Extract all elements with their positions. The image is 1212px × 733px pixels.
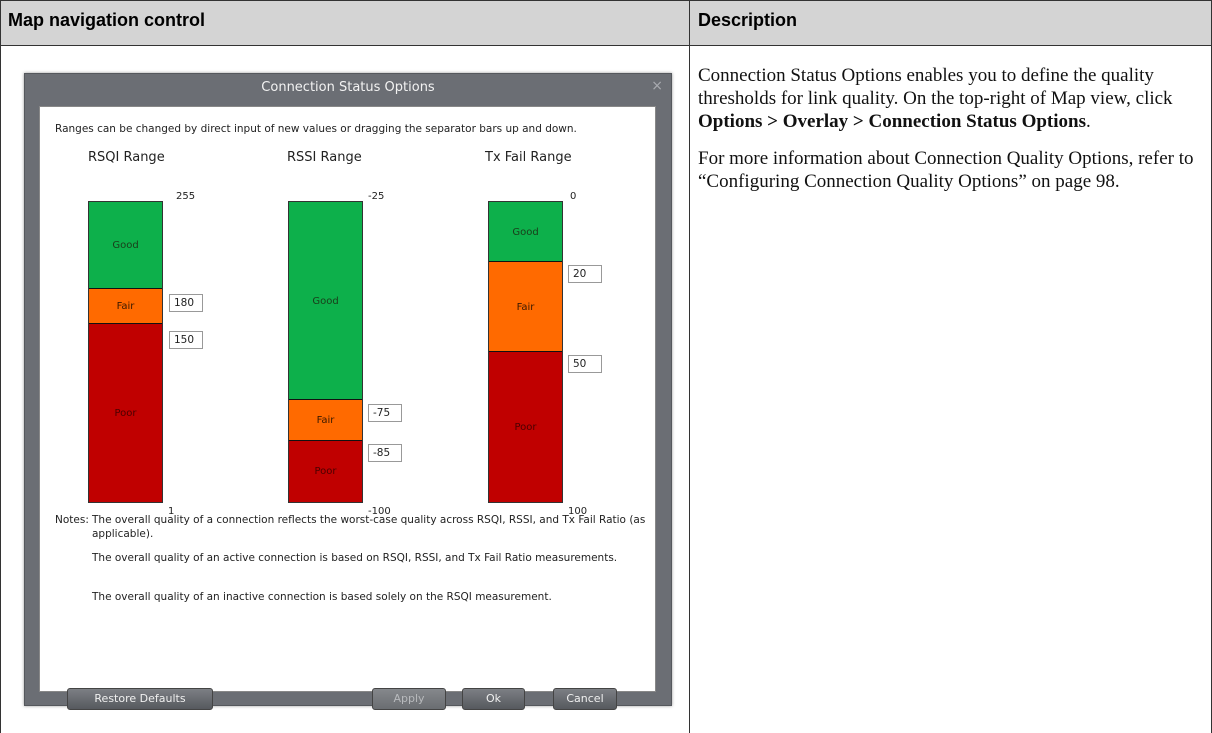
rsqi-fair-threshold-input[interactable] — [169, 294, 203, 312]
rssi-range-bar: Good Fair Poor — [288, 201, 363, 503]
rssi-good-segment: Good — [289, 202, 362, 400]
dialog-title: Connection Status Options — [261, 80, 435, 95]
restore-defaults-button[interactable]: Restore Defaults — [67, 688, 213, 710]
rsqi-range-bar: Good Fair Poor — [88, 201, 163, 503]
ok-button[interactable]: Ok — [462, 688, 525, 710]
apply-button[interactable]: Apply — [372, 688, 446, 710]
notes-label: Notes: — [55, 514, 89, 526]
doc-table: Map navigation control Description Conne… — [0, 0, 1212, 733]
dialog-body: Ranges can be changed by direct input of… — [39, 106, 656, 692]
tx-fail-poor-segment: Poor — [489, 352, 562, 502]
rsqi-fair-segment: Fair — [89, 289, 162, 324]
tx-fail-top-label: 0 — [570, 191, 577, 202]
rsqi-good-segment: Good — [89, 202, 162, 289]
close-icon[interactable]: × — [651, 78, 663, 94]
note-1: The overall quality of a connection refl… — [92, 514, 646, 540]
rssi-poor-threshold-input[interactable] — [368, 444, 402, 462]
column-header-description: Description — [698, 10, 798, 30]
description-paragraph-2: For more information about Connection Qu… — [698, 148, 1194, 192]
table-column-divider — [689, 0, 690, 733]
rssi-poor-segment: Poor — [289, 441, 362, 502]
column-header-control: Map navigation control — [8, 10, 206, 30]
note-3: The overall quality of an inactive conne… — [92, 591, 552, 603]
menu-path: Options > Overlay > Connection Status Op… — [698, 111, 1086, 132]
rsqi-poor-segment: Poor — [89, 324, 162, 502]
rssi-fair-segment: Fair — [289, 400, 362, 441]
rsqi-range-title: RSQI Range — [88, 150, 165, 165]
description-paragraph-1: Connection Status Options enables you to… — [698, 64, 1198, 133]
note-2: The overall quality of an active connect… — [92, 552, 618, 564]
table-left-border — [0, 0, 1, 733]
rssi-fair-threshold-input[interactable] — [368, 404, 402, 422]
rsqi-poor-threshold-input[interactable] — [169, 331, 203, 349]
description-period: . — [1085, 111, 1091, 132]
intro-text: Ranges can be changed by direct input of… — [55, 123, 577, 135]
cancel-button[interactable]: Cancel — [553, 688, 617, 710]
tx-fail-good-segment: Good — [489, 202, 562, 262]
tx-fail-poor-threshold-input[interactable] — [568, 355, 602, 373]
description-cell: Connection Status Options enables you to… — [698, 64, 1198, 207]
rsqi-top-label: 255 — [176, 191, 196, 202]
rssi-top-label: -25 — [368, 191, 385, 202]
tx-fail-fair-threshold-input[interactable] — [568, 265, 602, 283]
description-text: Connection Status Options enables you to… — [698, 65, 1173, 109]
tx-fail-range-title: Tx Fail Range — [485, 150, 572, 165]
rssi-range-title: RSSI Range — [287, 150, 362, 165]
tx-fail-fair-segment: Fair — [489, 262, 562, 352]
tx-fail-range-bar: Good Fair Poor — [488, 201, 563, 503]
connection-status-dialog: Connection Status Options × Ranges can b… — [24, 73, 672, 710]
